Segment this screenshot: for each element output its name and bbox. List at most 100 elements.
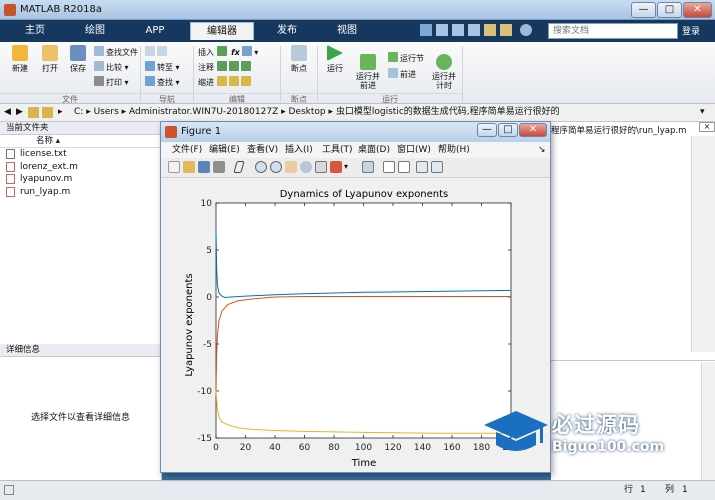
name-column-header[interactable]: 名称 ▴ (0, 135, 161, 148)
save-quick-icon[interactable] (420, 24, 432, 36)
close-button[interactable]: ✕ (683, 2, 712, 18)
brush-dropdown-icon[interactable]: ▾ (344, 162, 348, 171)
breadcrumb-item[interactable]: Desktop (289, 107, 326, 117)
save-figure-icon[interactable] (198, 161, 210, 173)
figure-maximize-button[interactable]: □ (498, 123, 518, 137)
indent-icon[interactable] (228, 76, 239, 86)
rotate-icon[interactable] (300, 161, 312, 173)
brush-icon[interactable] (330, 161, 342, 173)
title-bar: MATLAB R2018a — □ ✕ (0, 0, 715, 20)
undo-quick-icon[interactable] (484, 24, 496, 36)
fx-icon[interactable]: fx (231, 48, 240, 57)
editor-close-icon[interactable]: × (699, 122, 715, 132)
command-scrollbar[interactable] (701, 362, 715, 480)
select-arrow-icon[interactable] (233, 161, 245, 173)
tab-home[interactable]: 主页 (10, 22, 60, 40)
menu-insert[interactable]: 插入(I) (285, 142, 313, 158)
print-figure-icon[interactable] (213, 161, 225, 173)
graduation-cap-icon (484, 411, 548, 451)
pan-icon[interactable] (285, 161, 297, 173)
new-figure-icon[interactable] (168, 161, 180, 173)
comment-button[interactable]: 注释 (198, 61, 253, 74)
run-time-button[interactable]: 运行并 计时 (428, 45, 460, 99)
figure-minimize-button[interactable]: — (477, 123, 497, 137)
menu-help[interactable]: 帮助(H) (438, 142, 470, 158)
tab-editor[interactable]: 编辑器 (190, 22, 254, 40)
link-plot-icon[interactable] (362, 161, 374, 173)
open-button[interactable]: 打开 (36, 45, 64, 74)
compare-button[interactable]: 比较 ▾ (94, 61, 129, 74)
forward-icon[interactable]: ▶ (16, 104, 23, 121)
hide-plot-tools-icon[interactable] (416, 161, 428, 173)
editor-scrollbar[interactable] (691, 136, 715, 352)
uncomment-icon[interactable] (228, 61, 239, 71)
tab-publish[interactable]: 发布 (262, 22, 312, 40)
menu-dock-icon[interactable]: ↘ (538, 142, 546, 158)
cut-quick-icon[interactable] (436, 24, 448, 36)
menu-file[interactable]: 文件(F) (172, 142, 202, 158)
list-item[interactable]: lorenz_ext.m (0, 161, 161, 174)
list-item[interactable]: lyapunov.m (0, 173, 161, 186)
tab-view[interactable]: 视图 (322, 22, 372, 40)
breadcrumb-item[interactable]: Users (94, 107, 119, 117)
run-button[interactable]: 运行 (321, 45, 349, 74)
breadcrumb-item[interactable]: 虫口模型logistic的数据生成代码,程序简单易运行很好的 (336, 107, 560, 117)
breadcrumb-item[interactable]: Administrator.WIN7U-20180127Z (129, 107, 278, 117)
tab-plots[interactable]: 绘图 (70, 22, 120, 40)
advance-button[interactable]: 前进 (388, 68, 416, 81)
forward-arrow-icon[interactable] (157, 46, 167, 56)
show-plot-tools-icon[interactable] (431, 161, 443, 173)
legend-icon[interactable] (398, 161, 410, 173)
colorbar-icon[interactable] (383, 161, 395, 173)
breadcrumb[interactable]: C: ▸ Users ▸ Administrator.WIN7U-2018012… (74, 104, 560, 121)
figure-logo-icon (165, 126, 177, 138)
run-advance-button[interactable]: 运行并 前进 (352, 45, 384, 99)
menu-edit[interactable]: 编辑(E) (209, 142, 240, 158)
figure-title-bar[interactable]: Figure 1 — □ ✕ (161, 122, 550, 142)
breakpoints-button[interactable]: 断点 (284, 45, 314, 74)
insert-menu-icon[interactable] (242, 46, 253, 56)
outdent-icon[interactable] (240, 76, 251, 86)
search-icon (145, 76, 155, 86)
browse-folder-icon[interactable] (42, 107, 53, 118)
watermark-logo: 必过源码 Biguo100.com (480, 405, 680, 460)
run-section-button[interactable]: 运行节 (388, 52, 424, 65)
minimize-button[interactable]: — (631, 2, 656, 18)
insert-button[interactable]: 插入 fx ▾ (198, 46, 258, 59)
goto-button[interactable]: 转至 ▾ (145, 61, 180, 74)
figure-close-button[interactable]: ✕ (519, 123, 547, 137)
wrap-comment-icon[interactable] (240, 61, 251, 71)
print-button[interactable]: 打印 ▾ (94, 76, 129, 89)
paste-quick-icon[interactable] (468, 24, 480, 36)
menu-view[interactable]: 查看(V) (247, 142, 278, 158)
find-button[interactable]: 查找 ▾ (145, 76, 180, 89)
signin-link[interactable]: 登录 (682, 24, 700, 37)
menu-window[interactable]: 窗口(W) (397, 142, 431, 158)
copy-quick-icon[interactable] (452, 24, 464, 36)
row-value: 1 (640, 485, 646, 495)
open-file-icon[interactable] (183, 161, 195, 173)
help-quick-icon[interactable] (520, 24, 532, 36)
tab-apps[interactable]: APP (130, 22, 180, 40)
breadcrumb-item[interactable]: C: (74, 107, 83, 117)
insert-section-icon (216, 46, 227, 56)
save-button[interactable]: 保存 (64, 45, 92, 74)
address-dropdown-icon[interactable]: ▾ (700, 104, 705, 121)
new-button[interactable]: 新建 (6, 45, 34, 74)
find-files-button[interactable]: 查找文件 (94, 46, 138, 59)
list-item[interactable]: run_lyap.m (0, 186, 161, 199)
redo-quick-icon[interactable] (500, 24, 512, 36)
zoom-out-icon[interactable] (270, 161, 282, 173)
menu-tools[interactable]: 工具(T) (322, 142, 353, 158)
back-arrow-icon[interactable] (145, 46, 155, 56)
smart-indent-icon (216, 76, 227, 86)
search-input[interactable]: 搜索文档 (548, 23, 678, 39)
maximize-button[interactable]: □ (657, 2, 682, 18)
data-cursor-icon[interactable] (315, 161, 327, 173)
indent-button[interactable]: 缩进 (198, 76, 253, 89)
menu-desktop[interactable]: 桌面(D) (358, 142, 390, 158)
up-folder-icon[interactable] (28, 107, 39, 118)
zoom-in-icon[interactable] (255, 161, 267, 173)
back-icon[interactable]: ◀ (4, 104, 11, 121)
list-item[interactable]: license.txt (0, 148, 161, 161)
